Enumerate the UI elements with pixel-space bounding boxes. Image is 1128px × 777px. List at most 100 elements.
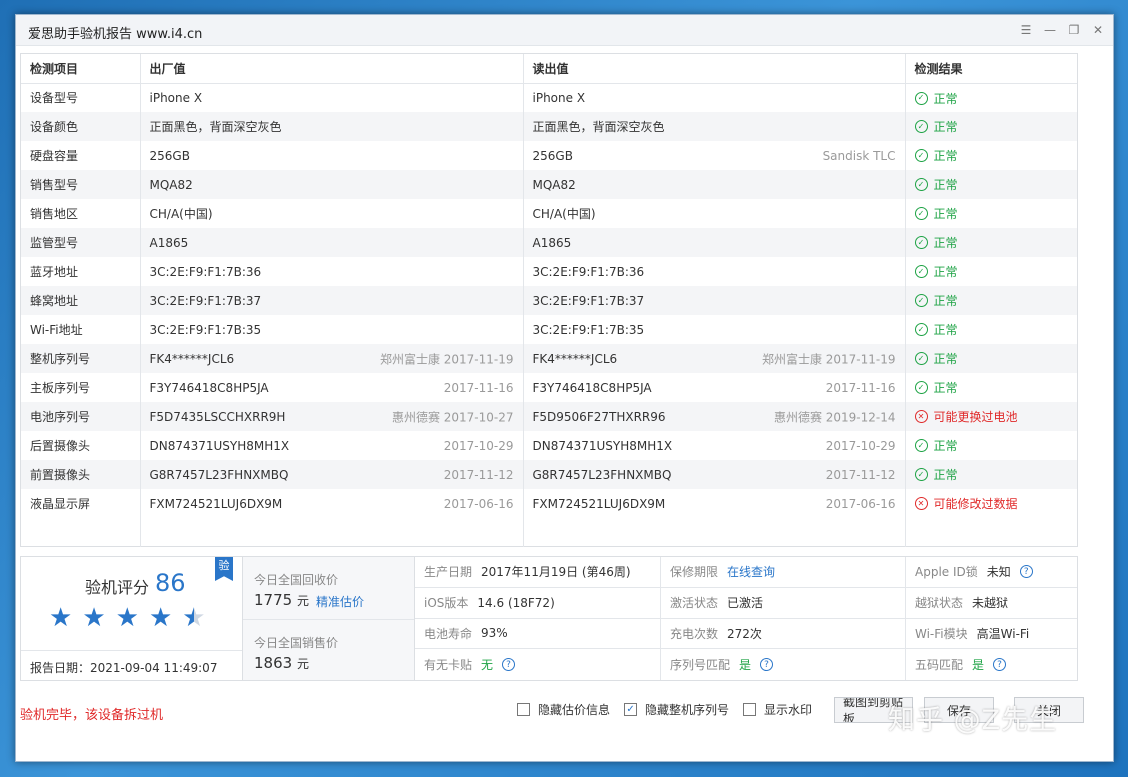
row-item: 整机序列号 <box>21 344 140 373</box>
row-factory: FK4******JCL6 郑州富士康 2017-11-19 <box>139 344 523 373</box>
report-table: 检测项目 出厂值 读出值 检测结果 设备型号 iPhone X iPhone X ✓ 正… <box>20 53 1078 547</box>
x-circle-icon: ✕ <box>914 497 928 511</box>
row-result: ✓ 正常 <box>904 315 1077 344</box>
info-cell: 电池寿命 93% <box>415 619 660 650</box>
row-read: 3C:2E:F9:F1:7B:36 <box>522 257 905 286</box>
row-factory: 3C:2E:F9:F1:7B:36 <box>139 257 523 286</box>
info-value: 272次 <box>727 626 762 641</box>
star-full-icon: ★ <box>115 603 139 633</box>
row-factory: A1865 <box>139 228 523 257</box>
factory-value: 256GB <box>149 148 190 163</box>
info-value[interactable]: 在线查询 <box>727 563 775 580</box>
info-value: 2017年11月19日 (第46周) <box>481 565 631 580</box>
result-text: 正常 <box>933 207 958 222</box>
empty-cell <box>21 518 140 547</box>
row-item-label: 蓝牙地址 <box>30 265 79 279</box>
info-key: 五码匹配 <box>915 658 964 673</box>
info-key: iOS版本 <box>424 596 469 611</box>
row-item-label: 后置摄像头 <box>30 439 91 453</box>
row-factory: 256GB <box>139 141 523 170</box>
help-icon[interactable]: ? <box>1019 565 1033 579</box>
help-icon[interactable]: ? <box>502 658 516 672</box>
info-cell: 有无卡贴无? <box>415 649 660 680</box>
summary-panel: 验机评分 86 验 ★ ★ ★ ★ ★ 报告日期：2021-09-04 11:49:07… <box>20 556 1078 681</box>
option-label: 隐藏估价信息 <box>538 703 611 717</box>
row-result: ✓ 正常 <box>904 199 1077 228</box>
row-item: 设备型号 <box>21 83 140 112</box>
help-icon[interactable]: ? <box>760 658 774 672</box>
info-value: 是 <box>739 658 752 673</box>
result-text: 正常 <box>933 265 958 280</box>
info-key: Apple ID锁 <box>915 565 978 580</box>
row-result: ✓ 正常 <box>904 141 1077 170</box>
option-checkbox[interactable]: 显示水印 <box>743 701 812 718</box>
option-checkbox[interactable]: ✓ 隐藏整机序列号 <box>624 701 729 718</box>
close-icon[interactable]: ✕ <box>1091 22 1105 38</box>
table-row: 硬盘容量 256GB 256GB Sandisk TLC ✓ 正常 <box>21 141 1077 170</box>
info-value: 无 <box>481 658 494 673</box>
table-row: 设备颜色 正面黑色，背面深空灰色 正面黑色，背面深空灰色 ✓ 正常 <box>21 112 1077 141</box>
restore-icon[interactable]: ❐ <box>1067 22 1081 38</box>
info-cell: Apple ID锁 未知? <box>905 557 1077 588</box>
recycle-price-value: 1775 元 <box>254 591 309 609</box>
title-bar[interactable]: 爱思助手验机报告 www.i4.cn ☰ — ❐ ✕ <box>16 15 1113 46</box>
factory-extra: 惠州德赛 2017-10-27 <box>391 410 514 424</box>
factory-value: F3Y746418C8HP5JA <box>149 380 269 395</box>
precise-estimate-link[interactable]: 精准估价 <box>316 593 364 610</box>
row-item: 蓝牙地址 <box>21 257 140 286</box>
info-key: 激活状态 <box>670 596 719 611</box>
row-item-label: 销售地区 <box>30 207 79 221</box>
result-text: 正常 <box>933 91 958 106</box>
read-value: MQA82 <box>532 177 576 192</box>
empty-cell <box>904 518 1077 547</box>
help-icon[interactable]: ? <box>993 658 1007 672</box>
checkbox-icon[interactable] <box>517 703 530 716</box>
row-item: 电池序列号 <box>21 402 140 431</box>
info-key: Wi-Fi模块 <box>915 626 968 641</box>
row-item: 销售地区 <box>21 199 140 228</box>
table-row: 电池序列号 F5D7435LSCCHXRR9H 惠州德赛 2017-10-27 F5D… <box>21 402 1077 431</box>
info-key: 生产日期 <box>424 565 473 580</box>
info-value: 高温Wi-Fi <box>976 626 1030 641</box>
row-read: 3C:2E:F9:F1:7B:37 <box>522 286 905 315</box>
result-text: 正常 <box>933 294 958 309</box>
row-read: iPhone X <box>522 83 905 112</box>
row-item: 主板序列号 <box>21 373 140 402</box>
row-item-label: 硬盘容量 <box>30 149 79 163</box>
check-circle-icon: ✓ <box>914 149 928 163</box>
check-circle-icon: ✓ <box>914 323 928 337</box>
factory-value: FXM724521LUJ6DX9M <box>149 496 283 511</box>
info-key: 电池寿命 <box>424 626 473 641</box>
table-row: 液晶显示屏 FXM724521LUJ6DX9M 2017-06-16 FXM72452… <box>21 489 1077 518</box>
recycle-price-number: 1775 <box>254 591 293 609</box>
row-item-label: 液晶显示屏 <box>30 497 91 511</box>
row-factory: MQA82 <box>139 170 523 199</box>
table-row: 设备型号 iPhone X iPhone X ✓ 正常 <box>21 83 1077 112</box>
factory-value: 3C:2E:F9:F1:7B:36 <box>149 264 262 279</box>
menu-icon[interactable]: ☰ <box>1019 22 1033 38</box>
result-status: ✓ 正常 <box>914 234 958 251</box>
checkbox-icon[interactable] <box>743 703 757 716</box>
check-circle-icon: ✓ <box>914 468 928 482</box>
row-read: DN874371USYH8MH1X 2017-10-29 <box>522 431 905 460</box>
result-status: ✕ 可能更换过电池 <box>914 408 1018 425</box>
star-full-icon: ★ <box>49 603 73 633</box>
minimize-icon[interactable]: — <box>1043 22 1057 38</box>
check-circle-icon: ✓ <box>914 178 928 192</box>
info-key: 充电次数 <box>670 626 719 641</box>
read-value: FK4******JCL6 <box>532 351 618 366</box>
result-text: 正常 <box>933 352 958 367</box>
score-box: 验机评分 86 验 ★ ★ ★ ★ ★ 报告日期：2021-09-04 11:49:07 <box>21 557 243 680</box>
check-circle-icon: ✓ <box>914 265 928 279</box>
info-value: 未知 <box>986 565 1011 580</box>
factory-value: FK4******JCL6 <box>149 351 235 366</box>
score-label: 验机评分 <box>85 578 150 597</box>
table-row: 整机序列号 FK4******JCL6 郑州富士康 2017-11-19 FK4***… <box>21 344 1077 373</box>
device-info-grid: 生产日期 2017年11月19日 (第46周) 保修期限 在线查询 Apple ID锁未… <box>415 557 1077 680</box>
result-text: 正常 <box>933 120 958 135</box>
check-circle-icon: ✓ <box>914 91 928 105</box>
option-checkbox[interactable]: 隐藏估价信息 <box>517 701 610 718</box>
factory-extra: 2017-11-16 <box>443 380 514 395</box>
info-cell: 越狱状态 未越狱 <box>905 587 1077 619</box>
checkbox-checked-icon[interactable]: ✓ <box>624 703 638 716</box>
